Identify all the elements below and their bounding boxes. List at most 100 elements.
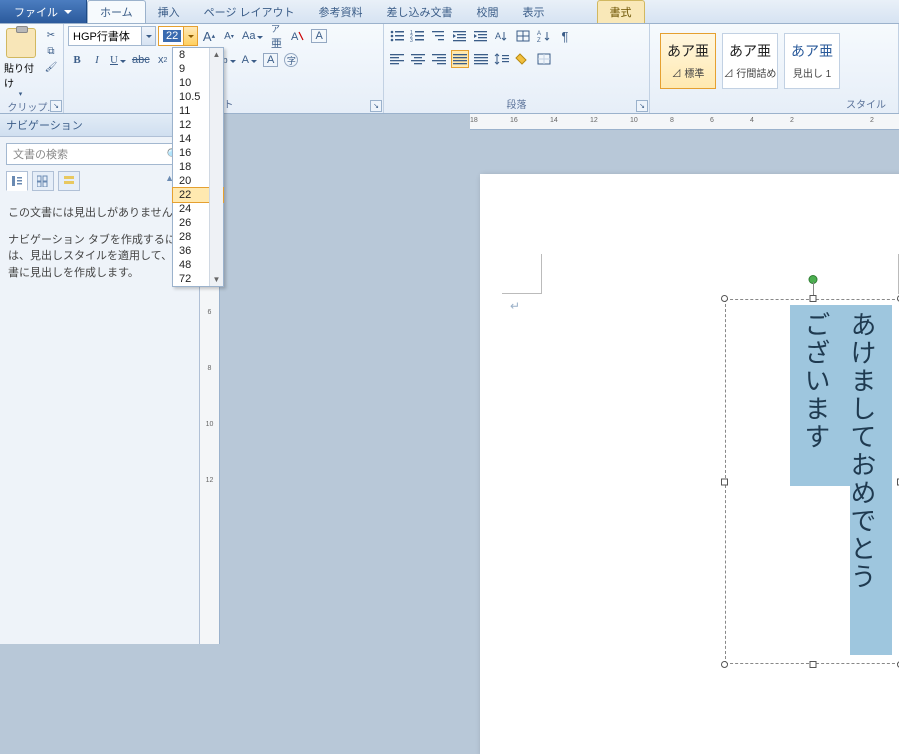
text-line-2: ございます (794, 311, 836, 476)
hruler-tick: 2 (790, 117, 794, 124)
format-painter-icon[interactable]: 🖌 (43, 60, 59, 74)
group-styles-title: スタイル (654, 95, 894, 112)
align-center-icon[interactable] (409, 50, 427, 68)
bullets-icon[interactable] (388, 27, 406, 45)
font-name-combo[interactable]: HGP行書体 (68, 26, 156, 46)
font-size-dropdown[interactable]: 891010.511121416182022242628364872 ▲ ▼ (172, 47, 224, 287)
navigation-pane: ナビゲーション ▼ ✕ 文書の検索 🔍▾ ▲ ▼ この文書には見出しがありません… (0, 114, 200, 644)
tab-file[interactable]: ファイル (0, 0, 87, 23)
change-case-icon[interactable]: Aa (240, 26, 265, 46)
nav-message: この文書には見出しがありません。 ナビゲーション タブを作成するには、見出しスタ… (0, 195, 199, 291)
text-highlight: あけましておめでとう ございます (790, 305, 892, 655)
hruler-tick: 10 (630, 117, 638, 124)
svg-text:3: 3 (410, 38, 413, 43)
bold-button[interactable]: B (68, 50, 86, 70)
handle-s[interactable] (809, 661, 816, 668)
tab-format[interactable]: 書式 (597, 0, 645, 23)
asian-layout-icon[interactable] (514, 27, 532, 45)
hruler-tick: 2 (870, 117, 874, 124)
handle-w[interactable] (721, 478, 728, 485)
tab-insert[interactable]: 挿入 (146, 0, 192, 23)
vruler-tick: 10 (206, 410, 214, 438)
align-justify-icon[interactable] (451, 50, 469, 68)
borders-icon[interactable] (535, 50, 553, 68)
tab-page-layout[interactable]: ページ レイアウト (192, 0, 307, 23)
increase-indent-icon[interactable] (472, 27, 490, 45)
sort-icon[interactable]: AZ (535, 27, 553, 45)
svg-text:A: A (291, 31, 299, 43)
tab-review[interactable]: 校閲 (465, 0, 511, 23)
nav-tab-pages[interactable] (32, 171, 54, 191)
strikethrough-button[interactable]: abc (130, 50, 152, 70)
enclose-chars-icon[interactable]: 字 (282, 50, 300, 70)
hruler-tick: 8 (670, 117, 674, 124)
numbering-icon[interactable]: 123 (409, 27, 427, 45)
show-marks-icon[interactable]: ¶ (556, 26, 574, 46)
page[interactable]: ↵ あけましておめでとう ございます (480, 174, 899, 754)
hruler-tick: 12 (590, 117, 598, 124)
hruler-tick: 4 (750, 117, 754, 124)
hruler-tick: 16 (510, 117, 518, 124)
align-right-icon[interactable] (430, 50, 448, 68)
clipboard-launcher[interactable]: ↘ (50, 100, 62, 112)
scroll-down-icon[interactable]: ▼ (213, 275, 221, 284)
handle-nw[interactable] (721, 295, 728, 302)
shading-icon[interactable] (514, 50, 532, 68)
paragraph-launcher[interactable]: ↘ (636, 100, 648, 112)
style-heading1[interactable]: あア亜 見出し 1 (784, 33, 840, 89)
font-launcher[interactable]: ↘ (370, 100, 382, 112)
crop-mark-tl (502, 254, 542, 294)
font-size-combo[interactable]: 22 (158, 26, 198, 46)
svg-text:Z: Z (537, 38, 541, 43)
shrink-font-icon[interactable]: A▾ (220, 26, 238, 46)
paste-icon[interactable] (6, 28, 36, 58)
nav-view-tabs: ▲ ▼ (6, 171, 193, 191)
handle-n[interactable] (809, 295, 816, 302)
decrease-indent-icon[interactable] (451, 27, 469, 45)
char-border-icon[interactable]: A (309, 26, 328, 46)
group-paragraph-title: 段落 (388, 95, 645, 112)
tab-home[interactable]: ホーム (87, 0, 146, 23)
hruler-tick: 6 (710, 117, 714, 124)
handle-sw[interactable] (721, 661, 728, 668)
text-box[interactable]: あけましておめでとう ございます (725, 299, 899, 664)
grow-font-icon[interactable]: A▴ (200, 26, 218, 46)
font-size-dropdown-icon[interactable] (183, 27, 197, 45)
text-line-1: あけましておめでとう (840, 311, 882, 651)
scroll-up-icon[interactable]: ▲ (213, 50, 221, 59)
dropdown-scrollbar[interactable]: ▲ ▼ (209, 48, 223, 286)
vruler-tick: 12 (206, 466, 214, 494)
svg-text:A: A (537, 31, 541, 37)
text-direction-icon[interactable]: A (493, 27, 511, 45)
font-name-value: HGP行書体 (73, 28, 130, 44)
multilevel-list-icon[interactable] (430, 27, 448, 45)
italic-button[interactable]: I (88, 50, 106, 70)
tab-references[interactable]: 参考資料 (307, 0, 375, 23)
phonetic-guide-icon[interactable]: ア亜 (267, 26, 285, 46)
char-shading-icon[interactable]: A (261, 50, 280, 70)
clear-formatting-icon[interactable]: A (287, 26, 307, 46)
nav-search-input[interactable]: 文書の検索 🔍▾ (6, 143, 193, 165)
align-left-icon[interactable] (388, 50, 406, 68)
document-workspace: 181614121086422 24681012 ↵ あけましておめでとう ござ… (200, 114, 899, 644)
cut-icon[interactable]: ✂ (43, 28, 59, 42)
ribbon-tabs: ファイル ホーム 挿入 ページ レイアウト 参考資料 差し込み文書 校閲 表示 … (0, 0, 899, 24)
paragraph-mark-icon: ↵ (510, 299, 520, 313)
underline-button[interactable]: U (108, 50, 128, 70)
ribbon: 貼り付け ▾ ✂ ⧉ 🖌 クリップ... ↘ HGP行書体 22 (0, 24, 899, 114)
group-clipboard: 貼り付け ▾ ✂ ⧉ 🖌 クリップ... ↘ (0, 24, 64, 113)
horizontal-ruler[interactable]: 181614121086422 (470, 114, 899, 130)
tab-mailings[interactable]: 差し込み文書 (375, 0, 465, 23)
font-color-icon[interactable]: A (240, 50, 259, 70)
style-no-spacing[interactable]: あア亜 ⊿ 行間詰め (722, 33, 778, 89)
align-distributed-icon[interactable] (472, 50, 490, 68)
nav-tab-headings[interactable] (6, 171, 28, 191)
tab-view[interactable]: 表示 (511, 0, 557, 23)
font-name-dropdown-icon[interactable] (141, 27, 155, 45)
style-normal[interactable]: あア亜 ⊿ 標準 (660, 33, 716, 89)
paste-label: 貼り付け (4, 60, 37, 90)
subscript-button[interactable]: x2 (154, 50, 172, 70)
nav-tab-results[interactable] (58, 171, 80, 191)
line-spacing-icon[interactable] (493, 50, 511, 68)
copy-icon[interactable]: ⧉ (43, 44, 59, 58)
